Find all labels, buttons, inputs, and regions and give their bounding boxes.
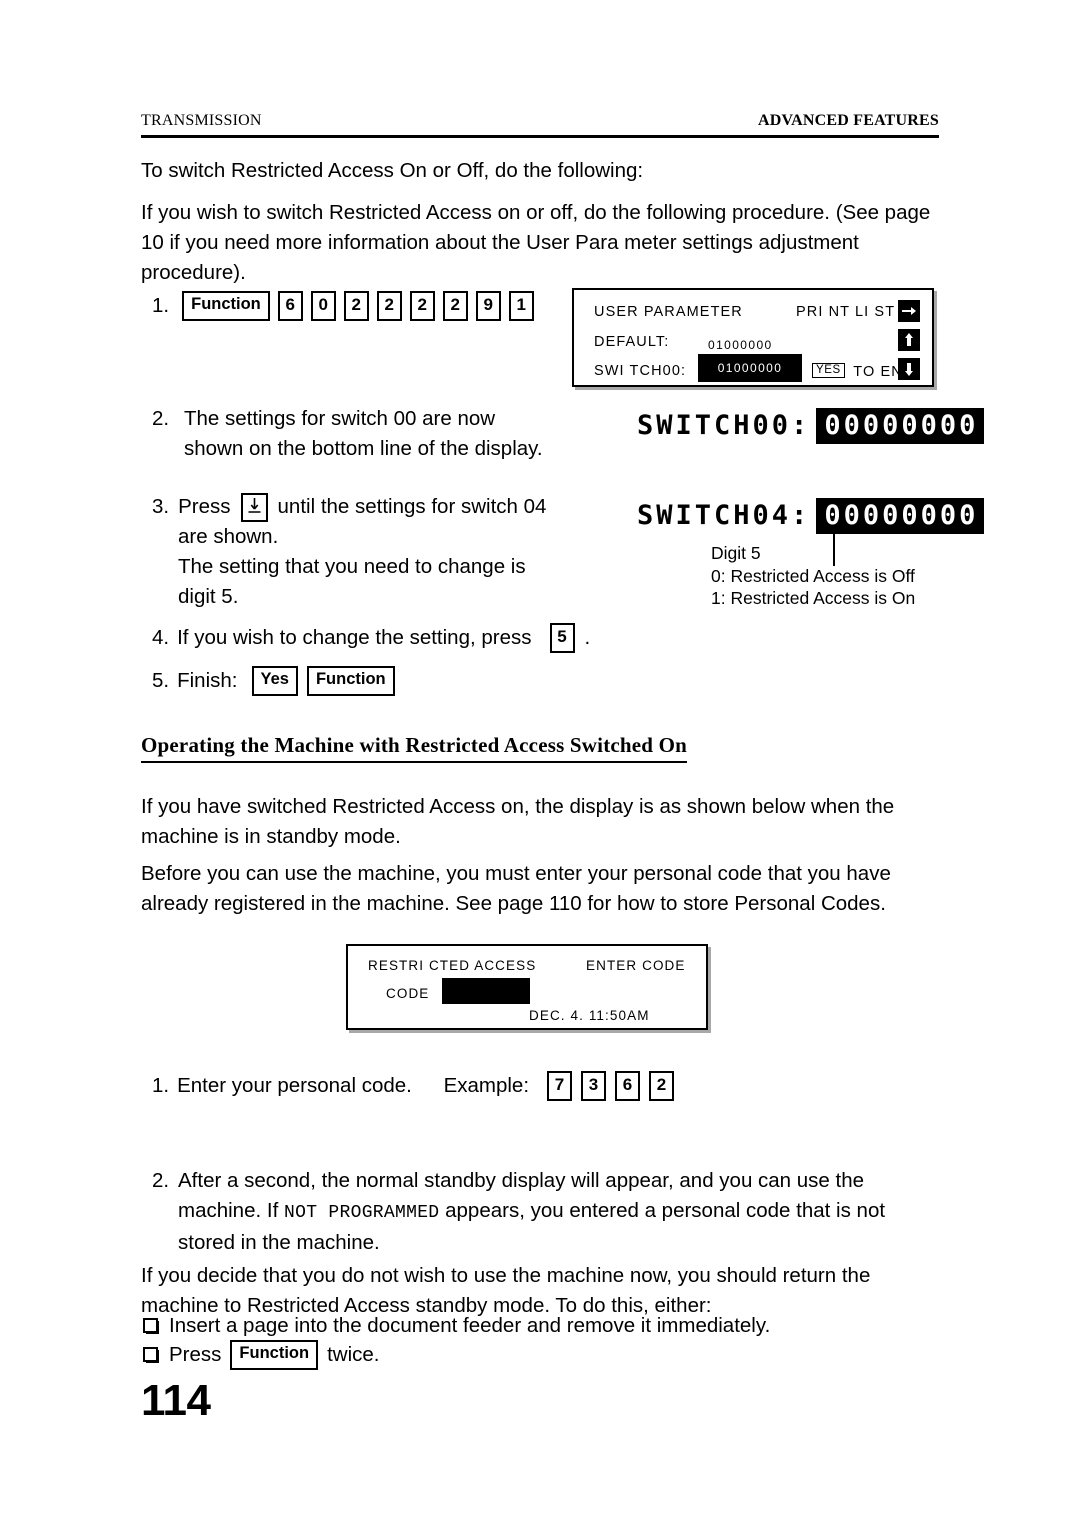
step-4-post: . <box>584 626 591 649</box>
down-arrow-icon[interactable] <box>898 358 920 380</box>
display-switch00: SWITCH00: 00000000 <box>637 408 985 444</box>
display-switch00-label: SWITCH00: <box>637 410 811 441</box>
display-switch04-label: SWITCH04: <box>637 500 811 531</box>
code-step-2-number: 2. <box>152 1169 170 1192</box>
code-step-1-example-row: Example: 7 3 6 2 <box>443 1071 675 1101</box>
code-step-1-line1: Enter your personal code. <box>177 1074 412 1097</box>
intro-paragraph: If you wish to switch Restricted Access … <box>141 201 931 284</box>
step-4-pre: If you wish to change the setting, press <box>177 626 532 649</box>
callout-off-label: 0: Restricted Access is Off <box>711 566 915 586</box>
key-digit-7[interactable]: 7 <box>547 1071 573 1101</box>
step-2-line2: shown on the bottom line of the display. <box>184 437 543 460</box>
key-digit-6[interactable]: 6 <box>277 291 303 321</box>
key-digit-2d[interactable]: 2 <box>442 291 468 321</box>
key-digit-2a[interactable]: 2 <box>343 291 369 321</box>
step-5-pre: Finish: <box>177 669 238 692</box>
bullet-square-icon-2 <box>143 1346 160 1364</box>
lcd-user-parameter: USER PARAMETER PRI NT LI ST DEFAULT: 010… <box>572 288 934 387</box>
step-3-line2: are shown. <box>178 525 279 548</box>
down-arrow-key-icon[interactable] <box>240 492 268 522</box>
lcd-datetime: DEC. 4. 11:50AM <box>529 1008 650 1023</box>
step-4-number: 4. <box>152 626 170 649</box>
key-digit-2b[interactable]: 2 <box>376 291 402 321</box>
up-arrow-icon[interactable] <box>898 329 920 351</box>
running-head-left: TRANSMISSION <box>141 112 262 129</box>
intro-line: To switch Restricted Access On or Off, d… <box>141 159 644 182</box>
closing-bullet-2-post: twice. <box>327 1343 380 1366</box>
step-4: 4. If you wish to change the setting, pr… <box>152 623 590 653</box>
lcd-title: USER PARAMETER <box>594 304 743 320</box>
key-digit-2c[interactable]: 2 <box>409 291 435 321</box>
lcd-yes-key[interactable]: YES <box>812 363 845 379</box>
section-paragraph-2: Before you can use the machine, you must… <box>141 862 891 915</box>
step-3-line4: digit 5. <box>178 585 239 608</box>
key-digit-2e[interactable]: 2 <box>649 1071 675 1101</box>
step-3-post: until the settings for switch 04 <box>277 495 547 518</box>
display-switch04-value: 00000000 <box>816 498 985 534</box>
lcd-default-value: 01000000 <box>708 338 773 352</box>
key-function[interactable]: Function <box>182 291 270 321</box>
step-3-pre: Press <box>178 495 231 518</box>
right-arrow-icon[interactable] <box>898 300 920 322</box>
lcd-restricted-access: RESTRI CTED ACCESS ENTER CODE CODE DEC. … <box>346 944 708 1030</box>
lcd-code-label: CODE <box>386 986 430 1001</box>
section-paragraph-1: If you have switched Restricted Access o… <box>141 795 895 848</box>
step-5: 5. Finish: Yes Function <box>152 666 395 696</box>
running-head-rule <box>141 135 939 138</box>
lcd-switch-value: 01000000 <box>698 354 802 382</box>
lcd-restricted-title: RESTRI CTED ACCESS <box>368 958 537 973</box>
closing-bullet-2: Press Function twice. <box>143 1340 379 1370</box>
section-heading: Operating the Machine with Restricted Ac… <box>141 733 688 763</box>
step-3-number: 3. <box>152 495 170 518</box>
key-digit-6b[interactable]: 6 <box>615 1071 641 1101</box>
step-3-first-line: 3. Press until the settings for switch 0… <box>152 492 546 522</box>
step-2-line1: The settings for switch 00 are now <box>184 407 496 430</box>
step-1-number: 1. <box>152 294 170 317</box>
display-switch04: SWITCH04: 00000000 <box>637 498 985 534</box>
code-step-2-mono: NOT PROGRAMMED <box>283 1203 440 1223</box>
step-3-line3: The setting that you need to change is <box>178 555 526 578</box>
callout-digit-label: Digit 5 <box>711 543 761 563</box>
step-2: 2. The settings for switch 00 are now sh… <box>152 404 582 464</box>
code-step-1-number: 1. <box>152 1074 170 1097</box>
running-head-right: ADVANCED FEATURES <box>757 112 939 129</box>
key-digit-1[interactable]: 1 <box>508 291 534 321</box>
key-function-twice[interactable]: Function <box>230 1340 319 1370</box>
key-digit-9[interactable]: 9 <box>475 291 501 321</box>
step-3: 3. Press until the settings for switch 0… <box>152 492 582 612</box>
lcd-print-list: PRI NT LI ST <box>796 304 896 320</box>
lcd-switch-label: SWI TCH00: <box>594 363 687 379</box>
running-head: TRANSMISSION ADVANCED FEATURES <box>141 112 939 130</box>
key-function-finish[interactable]: Function <box>306 666 395 696</box>
lcd-code-entry-field[interactable] <box>442 978 530 1004</box>
step-1-keys: 1. Function 6 0 2 2 2 2 9 1 <box>152 291 542 321</box>
callout-pointer <box>833 534 835 566</box>
closing-bullet-1: Insert a page into the document feeder a… <box>143 1311 770 1341</box>
display-switch00-value: 00000000 <box>816 408 985 444</box>
manual-page: TRANSMISSION ADVANCED FEATURES To switch… <box>0 0 1080 1528</box>
lcd-default-label: DEFAULT: <box>594 334 670 350</box>
key-yes[interactable]: Yes <box>251 666 298 696</box>
closing-bullet-2-pre: Press <box>169 1343 222 1366</box>
callout-on-label: 1: Restricted Access is On <box>711 588 916 608</box>
bullet-square-icon <box>143 1317 160 1335</box>
key-digit-0[interactable]: 0 <box>310 291 336 321</box>
key-digit-5[interactable]: 5 <box>549 623 575 653</box>
lcd-to-end-group: YES TO END <box>812 362 913 380</box>
step-2-number: 2. <box>152 407 170 430</box>
code-step-1-line1-row: 1. Enter your personal code. <box>152 1071 412 1101</box>
code-step-2: 2. After a second, the normal standby di… <box>152 1166 942 1258</box>
lcd-enter-code-label: ENTER CODE <box>586 958 686 973</box>
code-step-1: 1. Enter your personal code. Example: 7 … <box>152 1070 675 1101</box>
closing-bullet-1-text: Insert a page into the document feeder a… <box>169 1314 771 1337</box>
key-digit-3[interactable]: 3 <box>581 1071 607 1101</box>
step-5-number: 5. <box>152 669 170 692</box>
page-number: 114 <box>141 1376 211 1425</box>
code-example-label: Example: <box>443 1074 530 1097</box>
code-step-2-text: After a second, the normal standby displ… <box>178 1166 942 1258</box>
